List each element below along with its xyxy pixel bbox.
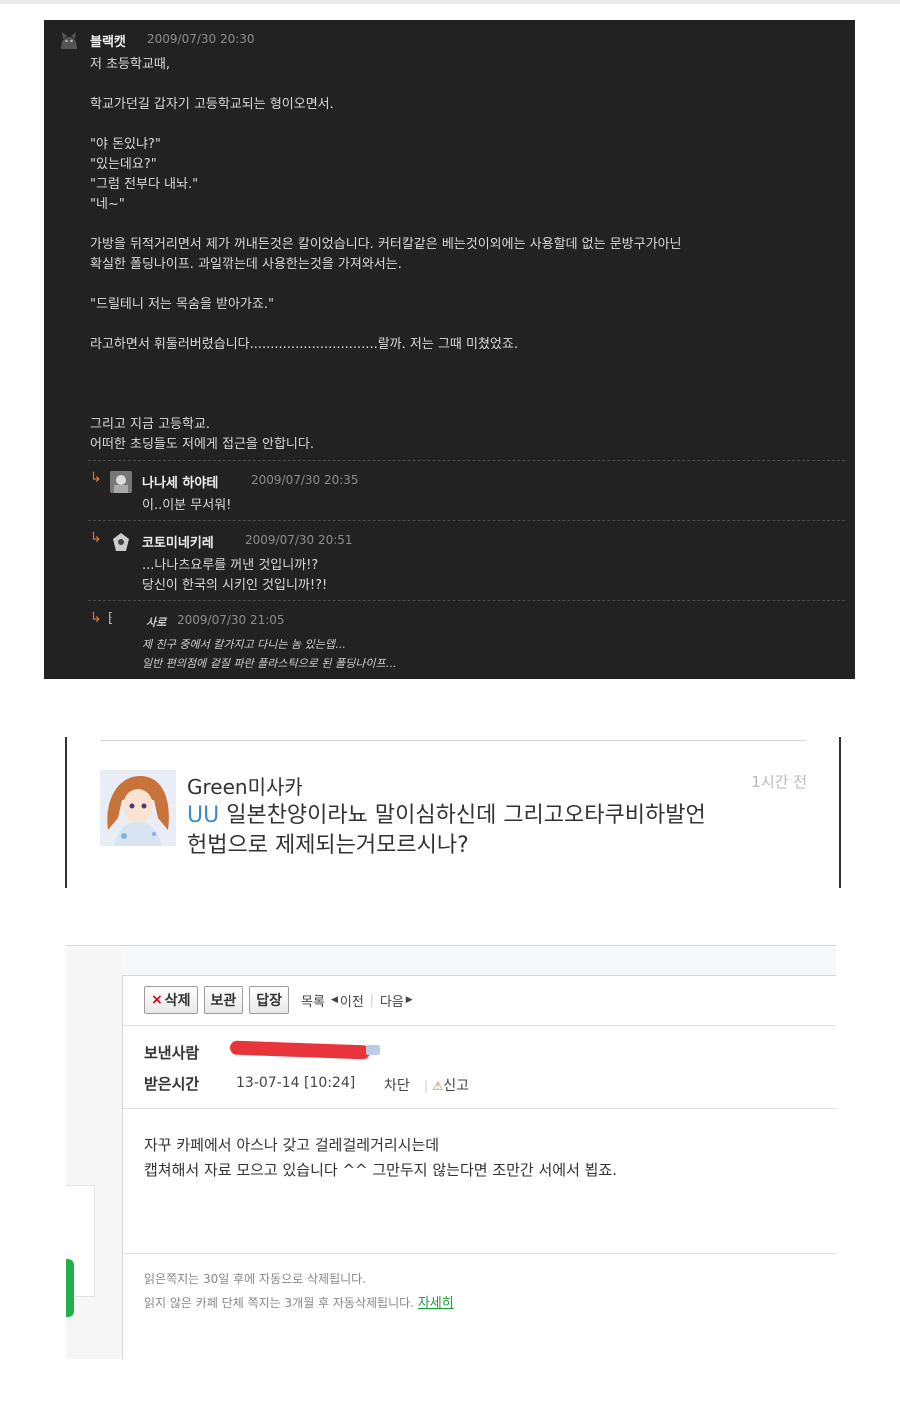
detail-link[interactable]: 자세히	[418, 1296, 454, 1311]
character-avatar-icon	[110, 531, 132, 553]
cat-avatar-icon	[61, 32, 77, 49]
card-top-rule	[100, 740, 806, 741]
reply-time: 2009/07/30 20:35	[251, 473, 359, 487]
dark-comment-panel: 블랙캣 2009/07/30 20:30 저 초등학교때, 학교가던길 갑자기 …	[44, 20, 855, 679]
report-link[interactable]: | ⚠신고	[424, 1075, 469, 1095]
reply-line: 제 친구 중에서 칼가지고 다니는 놈 있는뎁...	[142, 638, 346, 651]
comment-line: 저 초등학교때,	[90, 57, 171, 72]
auto-delete-note: 읽지 않은 카페 단체 쪽지는 3개월 후 자동삭제됩니다. 자세히	[144, 1292, 454, 1311]
mail-view: × 삭제 보관 답장 목록 ◀ 이전 | 다음 ▶ 보낸사람 받은시간 13-0…	[66, 945, 836, 1359]
reply-line: ...나나츠요루를 꺼낸 것입니까!?	[142, 558, 319, 573]
comment-line: "네~"	[90, 197, 125, 212]
comment-line: 헌법으로 제제되는거모르시나?	[187, 833, 469, 858]
auto-delete-note: 읽은쪽지는 30일 후에 자동으로 삭제됩니다.	[144, 1272, 367, 1286]
sender-email-icon	[366, 1045, 380, 1055]
reply-author[interactable]: 사로	[146, 614, 166, 630]
list-link[interactable]: 목록	[301, 991, 325, 1010]
reply-button[interactable]: 답장	[249, 986, 290, 1014]
comment-prefix: UU	[187, 803, 220, 828]
comment-line: 그리고 지금 고등학교.	[90, 417, 211, 432]
left-sidebar	[66, 945, 122, 1359]
green-side-tab[interactable]	[66, 1259, 74, 1317]
reply-time: 2009/07/30 20:51	[245, 533, 353, 547]
header-divider	[122, 1108, 836, 1109]
report-label: 신고	[443, 1078, 470, 1094]
reply-line: 당신이 한국의 시키인 것입니까!?!	[142, 578, 328, 593]
mail-toolbar: × 삭제 보관 답장 목록 ◀ 이전 | 다음 ▶	[144, 983, 413, 1017]
comment-line: "그럼 전부다 내놔."	[90, 177, 199, 192]
comment-line: 학교가던길 갑자기 고등학교되는 형이오면서.	[90, 97, 334, 112]
reply-author[interactable]: 나나세 하야테	[142, 472, 218, 491]
comment-line: 일본찬양이라뇨 말이심하신데 그리고오타쿠비하발언	[219, 803, 706, 828]
body-divider	[122, 1253, 836, 1254]
comment-line: "있는데요?"	[90, 157, 157, 172]
reply-line: 이..이분 무서워!	[142, 498, 232, 513]
delete-x-icon: ×	[151, 992, 163, 1008]
toolbar-divider	[122, 1025, 836, 1026]
reply-arrow-icon: ↳	[90, 470, 102, 486]
next-link[interactable]: 다음	[380, 991, 404, 1010]
delete-button[interactable]: × 삭제	[144, 986, 198, 1014]
small-avatar-icon: ⁅	[108, 611, 114, 626]
comment-line: 라고하면서 휘둘러버렸습니다..........................…	[90, 337, 518, 352]
message-body: 자꾸 카페에서 아스나 갖고 걸레걸레거리시는데 캡쳐해서 자료 모으고 있습니…	[144, 1133, 617, 1183]
received-label: 받은시간	[144, 1075, 200, 1093]
anime-avatar-icon[interactable]	[100, 770, 176, 846]
comment-line: 어떠한 초딩들도 저에게 접근을 안합니다.	[90, 437, 314, 452]
block-link[interactable]: 차단	[384, 1075, 410, 1095]
comment-timestamp: 1시간 전	[751, 773, 807, 791]
delete-button-label: 삭제	[164, 993, 191, 1009]
comment-username[interactable]: Green미사카	[187, 771, 303, 800]
comment-line: 확실한 폴딩나이프. 과일깎는데 사용한는것을 가져와서는.	[90, 257, 402, 272]
comment-time: 2009/07/30 20:30	[147, 32, 255, 46]
reply-divider	[88, 520, 845, 521]
prev-arrow-icon: ◀	[330, 995, 338, 1005]
mail-header-bar	[122, 945, 836, 976]
sender-label: 보낸사람	[144, 1044, 200, 1062]
next-arrow-icon: ▶	[405, 995, 413, 1005]
character-avatar-icon	[110, 471, 132, 493]
comment-author[interactable]: 블랙캣	[90, 31, 126, 50]
reply-arrow-icon: ↳	[90, 610, 102, 626]
comment-line: 가방을 뒤적거리면서 제가 꺼내든것은 칼이었습니다. 커터칼같은 베는것이외에…	[90, 237, 682, 252]
received-time: 13-07-14 [10:24]	[236, 1075, 356, 1091]
comment-card: Green미사카 1시간 전 UU 일본찬양이라뇨 말이심하신데 그리고오타쿠비…	[65, 737, 841, 888]
message-line: 캡쳐해서 자료 모으고 있습니다 ^^ 그만두지 않는다면 조만간 서에서 뵙죠…	[144, 1161, 618, 1179]
reply-author[interactable]: 코토미네키레	[142, 532, 214, 551]
separator: |	[424, 1079, 429, 1093]
bell-icon: ⚠	[432, 1079, 444, 1093]
sender-redaction	[229, 1040, 371, 1060]
top-border	[0, 0, 900, 4]
auto-delete-note-text: 읽지 않은 카페 단체 쪽지는 3개월 후 자동삭제됩니다.	[144, 1296, 414, 1310]
comment-line: "드릴테니 저는 목숨을 받아가죠."	[90, 297, 274, 312]
prev-link[interactable]: 이전	[340, 991, 364, 1010]
comment-line: "야 돈있냐?"	[90, 137, 161, 152]
reply-line: 일반 편의점에 겉질 파란 플라스틱으로 된 폴딩나이프...	[142, 657, 397, 670]
sidebar-divider	[122, 945, 123, 1359]
reply-arrow-icon: ↳	[90, 530, 102, 546]
keep-button[interactable]: 보관	[203, 986, 244, 1014]
sidebar-top-border	[66, 945, 122, 946]
separator: |	[369, 993, 374, 1007]
reply-divider	[88, 600, 845, 601]
reply-time: 2009/07/30 21:05	[177, 613, 285, 627]
comment-text: UU 일본찬양이라뇨 말이심하신데 그리고오타쿠비하발언 헌법으로 제제되는거모…	[187, 801, 787, 861]
message-line: 자꾸 카페에서 아스나 갖고 걸레걸레거리시는데	[144, 1136, 440, 1154]
reply-divider	[88, 460, 845, 461]
